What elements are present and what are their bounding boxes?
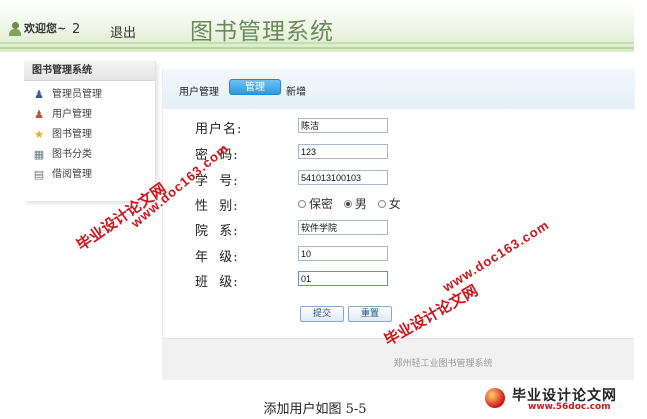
main-content: 用户管理 管理 新增 用户名: 密 码: 学 号: 性 别: 保密 男 女 院 … <box>162 69 635 360</box>
category-icon: ▦ <box>33 148 45 161</box>
radio-button[interactable] <box>377 199 386 208</box>
gender-option-secret[interactable]: 保密 <box>298 197 333 211</box>
user-icon <box>9 22 21 36</box>
gender-option-female[interactable]: 女 <box>377 197 401 211</box>
radio-button-selected[interactable] <box>343 199 352 208</box>
logo-ball-icon <box>485 388 505 408</box>
sidebar-item-label: 用户管理 <box>52 109 92 120</box>
site-logo-watermark: 毕业设计论文网 www.56doc.com <box>480 384 640 414</box>
sidebar-item-label: 图书分类 <box>52 149 92 160</box>
tab-section-label: 用户管理 <box>179 87 219 98</box>
gender-option-male[interactable]: 男 <box>343 197 367 211</box>
sidebar-item-books[interactable]: ★ 图书管理 <box>24 125 155 145</box>
star-icon: ★ <box>34 128 44 141</box>
sidebar-title: 图书管理系统 <box>24 61 155 81</box>
tab-new[interactable]: 新增 <box>286 83 306 98</box>
sidebar-item-label: 管理员管理 <box>52 89 102 100</box>
system-title: 图书管理系统 <box>190 19 334 45</box>
radio-button[interactable] <box>298 199 306 208</box>
grade-label: 年 级: <box>195 250 239 265</box>
sidebar: 图书管理系统 ♟ 管理员管理 ♟ 用户管理 ★ 图书管理 ▦ 图书分类 ▤ 借阅… <box>24 61 156 201</box>
sidebar-item-borrow[interactable]: ▤ 借阅管理 <box>24 165 155 185</box>
password-field[interactable] <box>298 144 388 159</box>
admin-user-icon: ♟ <box>34 88 44 101</box>
username-field[interactable] <box>298 118 388 133</box>
tab-bar: 用户管理 管理 新增 <box>163 69 635 109</box>
app-header: 欢迎您~ 2 退出 图书管理系统 <box>0 0 634 52</box>
department-label: 院 系: <box>195 224 239 239</box>
borrow-icon: ▤ <box>33 168 45 181</box>
class-field[interactable] <box>298 271 388 286</box>
user-count: 2 <box>72 22 81 37</box>
reset-button[interactable]: 重置 <box>348 306 392 322</box>
logo-url: www.56doc.com <box>528 402 611 412</box>
sidebar-item-admin[interactable]: ♟ 管理员管理 <box>24 85 155 105</box>
class-label: 班 级: <box>195 275 239 290</box>
grade-field[interactable] <box>298 246 388 261</box>
department-field[interactable] <box>298 220 388 235</box>
sidebar-item-label: 借阅管理 <box>52 169 92 180</box>
submit-button[interactable]: 提交 <box>300 306 344 322</box>
user-icon: ♟ <box>34 108 44 121</box>
sidebar-item-category[interactable]: ▦ 图书分类 <box>24 145 155 165</box>
welcome-text: 欢迎您~ <box>24 22 67 35</box>
sidebar-item-users[interactable]: ♟ 用户管理 <box>24 105 155 125</box>
student-no-field[interactable] <box>298 170 388 185</box>
gender-label: 性 别: <box>195 199 239 214</box>
username-label: 用户名: <box>195 122 243 137</box>
gender-radio-group: 保密 男 女 <box>298 195 408 212</box>
footer-text: 郑州轻工业图书管理系统 <box>393 359 493 369</box>
tab-manage[interactable]: 管理 <box>229 79 281 95</box>
logout-link[interactable]: 退出 <box>110 22 136 41</box>
header-stripe <box>0 47 634 49</box>
sidebar-item-label: 图书管理 <box>52 129 92 140</box>
